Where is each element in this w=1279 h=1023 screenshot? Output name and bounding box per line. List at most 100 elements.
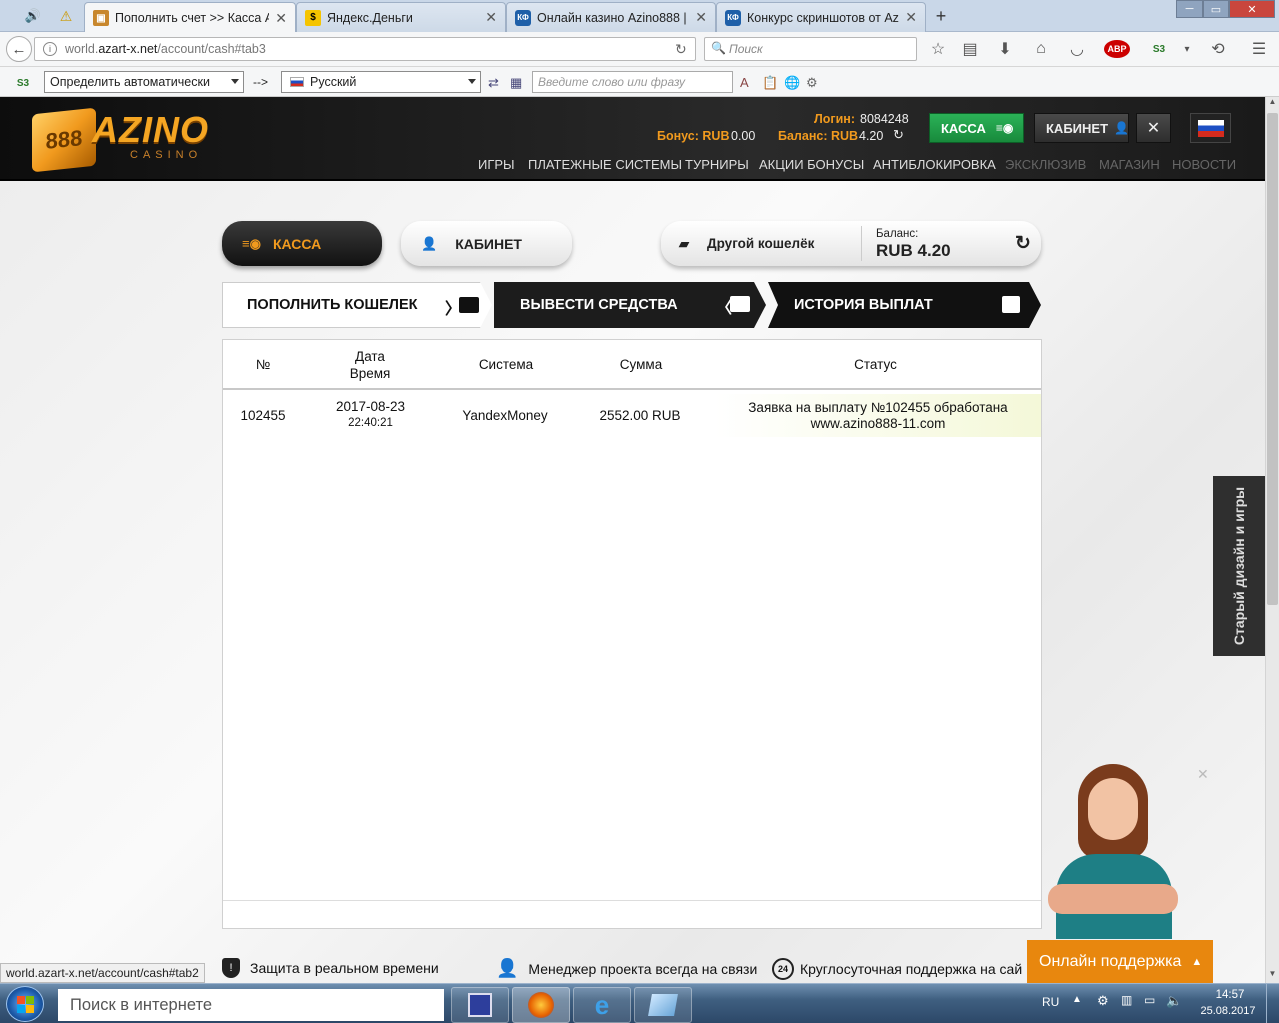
download-icon[interactable]: ⬇	[996, 40, 1014, 58]
speaker-icon[interactable]: 🔊	[22, 6, 44, 26]
refresh-icon[interactable]: ↻	[1015, 232, 1031, 255]
info-icon[interactable]: i	[43, 42, 57, 56]
nav-exclusive[interactable]: ЭКСКЛЮЗИВ	[1005, 157, 1086, 172]
taskbar-app[interactable]	[634, 987, 692, 1023]
bonus-value: 0.00	[731, 129, 756, 143]
refresh-balance-icon[interactable]: ↻	[893, 127, 904, 143]
table-row[interactable]: 102455 2017-08-23 22:40:21 YandexMoney 2…	[223, 394, 1041, 437]
tab-title: Онлайн казино Azino888 | С	[537, 10, 690, 25]
tab-yandex-money[interactable]: $ Яндекс.Деньги ✕	[296, 2, 506, 32]
row-status-line2: www.azino888-11.com	[810, 416, 946, 431]
reload-icon[interactable]: ↻	[675, 41, 687, 58]
taskbar-firefox[interactable]	[512, 987, 570, 1023]
col-header-system: Система	[478, 357, 534, 372]
scrollbar-thumb[interactable]	[1267, 113, 1278, 605]
search-input[interactable]: 🔍 Поиск	[704, 37, 917, 61]
scroll-down-icon[interactable]: ▼	[1267, 969, 1278, 983]
close-tab-icon[interactable]: ✕	[275, 10, 287, 27]
nav-shop[interactable]: МАГАЗИН	[1099, 157, 1160, 172]
warning-icon[interactable]: ⚠	[56, 6, 76, 26]
translate-icon[interactable]: ⇄	[488, 75, 499, 91]
close-tab-icon[interactable]: ✕	[905, 9, 917, 26]
wallet-balance-value: RUB 4.20	[876, 241, 951, 260]
web-translate-icon[interactable]: 🌐	[784, 75, 800, 91]
tab-deposit[interactable]: ПОПОЛНИТЬ КОШЕЛЕК 〉	[222, 282, 492, 328]
language-indicator[interactable]: RU	[1042, 995, 1059, 1009]
divider	[861, 226, 862, 261]
home-icon[interactable]: ⌂	[1032, 40, 1050, 58]
old-design-label: Старый дизайн и игры	[1231, 486, 1247, 646]
adblock-icon[interactable]: ABP	[1104, 40, 1130, 58]
tab-cash[interactable]: ▣ Пополнить счет >> Касса А ✕	[84, 2, 296, 33]
pocket-icon[interactable]: ◡	[1068, 40, 1086, 58]
clock-date[interactable]: 25.08.2017	[1196, 1005, 1260, 1017]
header-kassa-button[interactable]: КАССА ≡◉	[929, 113, 1024, 143]
nav-payment-systems[interactable]: ПЛАТЕЖНЫЕ СИСТЕМЫ	[528, 157, 682, 172]
wallet-balance-label: Баланс:	[876, 228, 919, 240]
close-tab-icon[interactable]: ✕	[485, 9, 497, 26]
show-desktop-button[interactable]	[1266, 984, 1278, 1023]
coins-icon: ≡◉	[995, 121, 1014, 135]
menu-icon[interactable]: ☰	[1250, 40, 1268, 58]
bookmark-star-icon[interactable]: ☆	[929, 40, 947, 58]
windows-logo-icon	[26, 1005, 34, 1013]
row-id: 102455	[240, 408, 286, 423]
taskbar-ie[interactable]: e	[573, 987, 631, 1023]
target-language-select[interactable]: Русский	[281, 71, 481, 93]
vertical-scrollbar[interactable]: ▲ ▼	[1265, 97, 1279, 983]
logout-button[interactable]: ✕	[1136, 113, 1171, 143]
online-support-button[interactable]: Онлайн поддержка ▲	[1027, 940, 1213, 983]
display-icon[interactable]: ▭	[1144, 993, 1155, 1007]
nav-bonuses[interactable]: АКЦИИ БОНУСЫ	[759, 157, 864, 172]
close-window-button[interactable]: ✕	[1229, 0, 1275, 18]
close-tab-icon[interactable]: ✕	[695, 9, 707, 26]
clock-time[interactable]: 14:57	[1200, 989, 1260, 1001]
old-design-tab[interactable]: Старый дизайн и игры	[1213, 476, 1265, 656]
tab-payout-history[interactable]: ИСТОРИЯ ВЫПЛАТ	[768, 282, 1041, 328]
kassa-pill-button[interactable]: ≡◉ КАССА	[222, 221, 382, 266]
taskbar-save-app[interactable]	[451, 987, 509, 1023]
nav-news[interactable]: НОВОСТИ	[1172, 157, 1236, 172]
maximize-button[interactable]: ▭	[1203, 0, 1229, 18]
start-button[interactable]	[6, 986, 44, 1022]
nav-antiblock[interactable]: АНТИБЛОКИРОВКА	[873, 157, 996, 172]
tray-up-icon[interactable]: ▲	[1072, 994, 1082, 1005]
settings-icon[interactable]: ⚙	[806, 75, 818, 91]
logo-text: AZINO	[92, 109, 209, 150]
language-button[interactable]	[1190, 113, 1231, 143]
sync-icon[interactable]: ⟲	[1209, 40, 1227, 58]
back-button[interactable]: ←	[6, 36, 32, 62]
taskbar-search-input[interactable]: Поиск в интернете	[58, 989, 444, 1021]
translate-toolbar: S3 Определить автоматически --> Русский …	[0, 67, 1279, 97]
reading-list-icon[interactable]: ▤	[961, 40, 979, 58]
tab-azino-online[interactable]: КФ Онлайн казино Azino888 | С ✕	[506, 2, 716, 32]
translate-input[interactable]: Введите слово или фразу	[532, 71, 733, 93]
azino-logo[interactable]: 888 AZINO CASINO	[32, 105, 209, 173]
tab-contest[interactable]: КФ Конкурс скриншотов от Azi ✕	[716, 2, 926, 32]
table-header: № Дата Время Система Сумма Статус	[223, 340, 1041, 390]
col-header-number: №	[255, 357, 271, 372]
feature-manager-label: Менеджер проекта всегда на связи	[528, 960, 758, 977]
clipboard-icon[interactable]: 📋	[762, 75, 778, 91]
minimize-button[interactable]: ─	[1176, 0, 1203, 18]
font-icon[interactable]: A	[740, 75, 749, 90]
url-bar[interactable]: i world. azart-x.net/account/cash#tab3 ↻	[34, 37, 696, 61]
s3-translator-icon[interactable]: S3	[1150, 40, 1168, 58]
close-support-icon[interactable]: ✕	[1197, 766, 1209, 783]
source-language-select[interactable]: Определить автоматически	[44, 71, 244, 93]
tab-withdraw[interactable]: ВЫВЕСТИ СРЕДСТВА 〈	[494, 282, 766, 328]
scroll-up-icon[interactable]: ▲	[1267, 97, 1278, 111]
tray-settings-icon[interactable]: ⚙	[1097, 993, 1109, 1009]
dictionary-icon[interactable]: ▦	[510, 75, 522, 91]
new-tab-button[interactable]: +	[930, 5, 952, 27]
dropdown-icon[interactable]: ▾	[1178, 40, 1196, 58]
volume-icon[interactable]: 🔈	[1166, 993, 1182, 1009]
tab-deposit-label: ПОПОЛНИТЬ КОШЕЛЕК	[247, 297, 418, 313]
header-cabinet-button[interactable]: КАБИНЕТ 👤	[1034, 113, 1129, 143]
other-wallet-button[interactable]: Другой кошелёк	[707, 236, 814, 251]
header-cabinet-label: КАБИНЕТ	[1046, 120, 1109, 136]
network-icon[interactable]: ▥	[1121, 993, 1132, 1007]
cabinet-pill-button[interactable]: 👤 КАБИНЕТ	[401, 221, 572, 266]
nav-tournaments[interactable]: ТУРНИРЫ	[685, 157, 749, 172]
nav-games[interactable]: ИГРЫ	[478, 157, 515, 172]
